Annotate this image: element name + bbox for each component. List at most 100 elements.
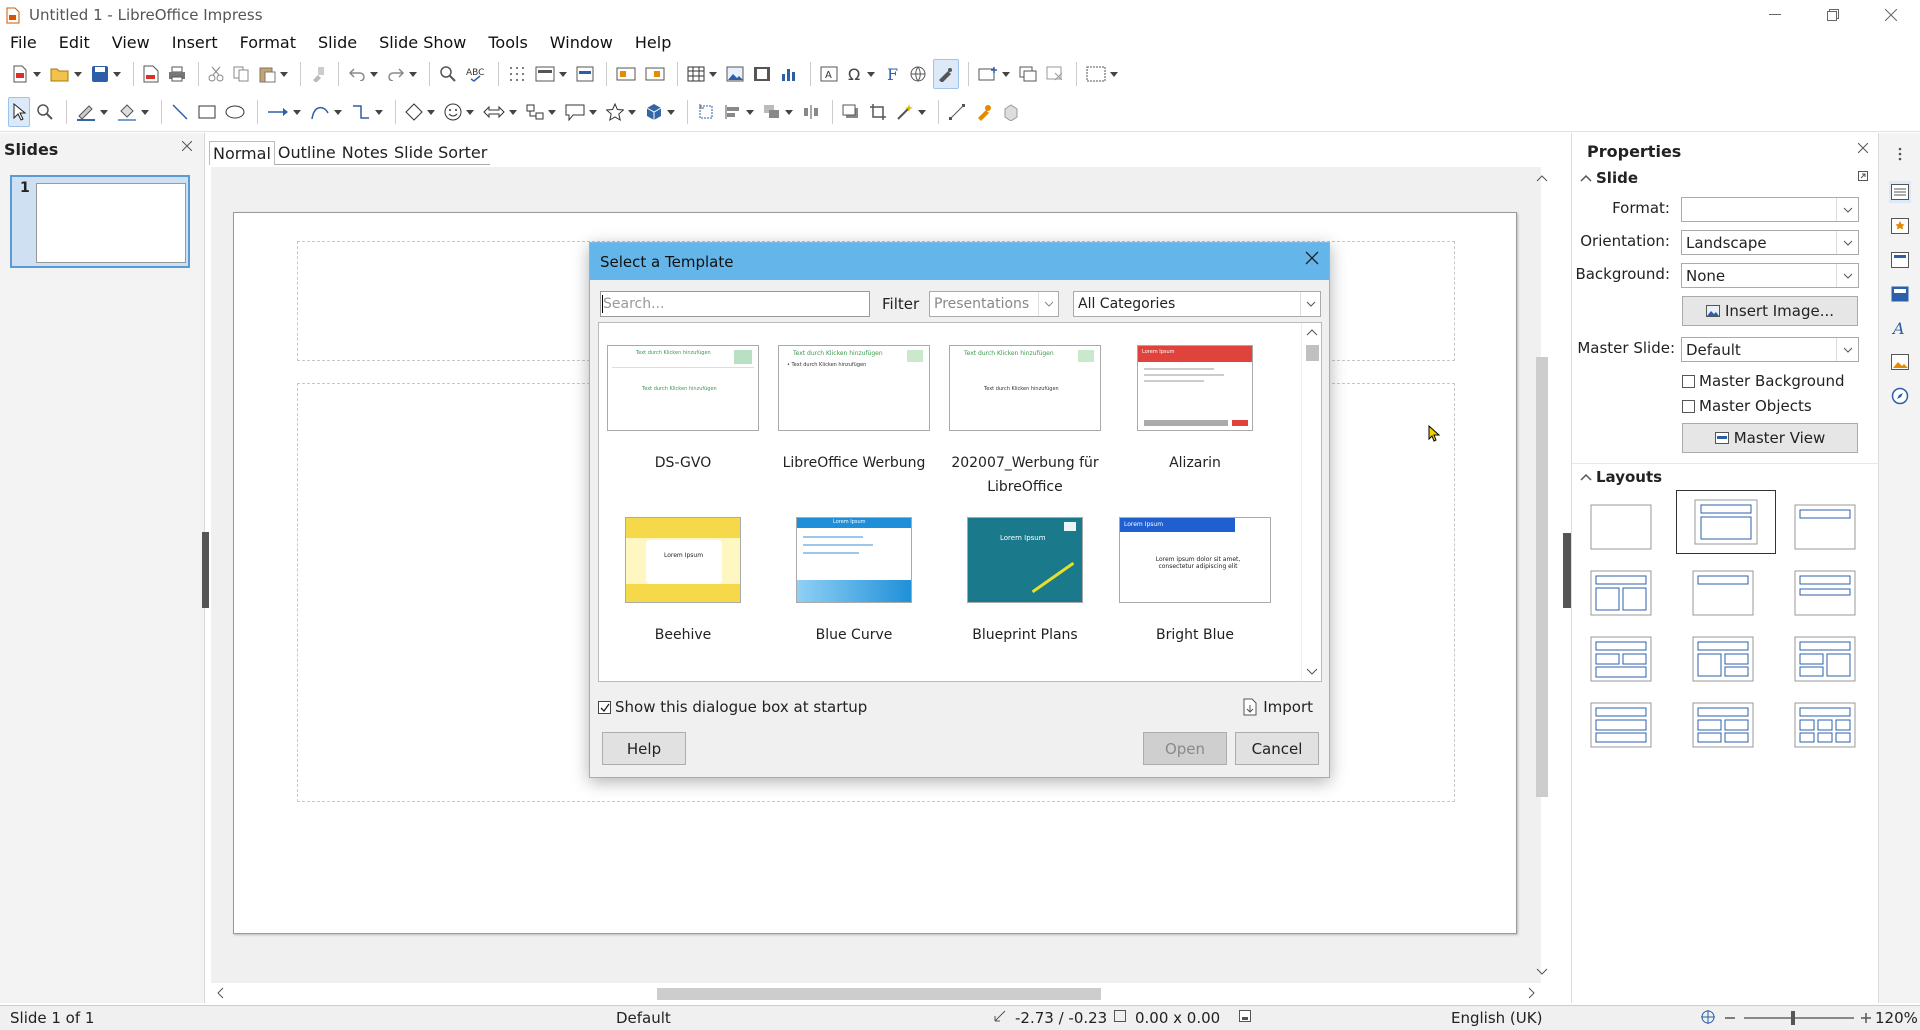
toggle-extrusion-icon[interactable]	[999, 97, 1023, 127]
table-icon[interactable]	[684, 59, 720, 89]
zoom-in-icon[interactable]	[1861, 1009, 1871, 1027]
text-box-icon[interactable]: A	[817, 59, 841, 89]
search-input[interactable]: Search...	[600, 291, 870, 317]
master-objects-checkbox[interactable]: Master Objects	[1682, 397, 1812, 415]
sidebar-collapse-handle[interactable]	[1563, 533, 1571, 608]
show-at-startup-checkbox[interactable]: Show this dialogue box at startup	[598, 698, 867, 716]
3d-objects-icon[interactable]	[642, 97, 678, 127]
menu-view[interactable]: View	[112, 33, 150, 52]
format-select[interactable]	[1681, 197, 1859, 222]
filter-icon[interactable]	[893, 97, 929, 127]
template-beehive[interactable]: Lorem Ipsum Beehive	[603, 517, 763, 647]
undo-icon[interactable]	[345, 59, 381, 89]
arrange-icon[interactable]	[760, 97, 796, 127]
glue-points-icon[interactable]	[972, 97, 996, 127]
connectors-icon[interactable]	[348, 97, 386, 127]
master-slides-deck-icon[interactable]	[1889, 283, 1911, 305]
chart-icon[interactable]	[777, 59, 801, 89]
hyperlink-icon[interactable]	[906, 59, 930, 89]
flowchart-icon[interactable]	[523, 97, 559, 127]
document-modified-icon[interactable]	[1238, 1009, 1252, 1027]
basic-shapes-icon[interactable]	[402, 97, 438, 127]
layout-title-6-content[interactable]	[1794, 697, 1856, 749]
layout-title-only[interactable]	[1794, 499, 1856, 551]
menu-help[interactable]: Help	[635, 33, 671, 52]
master-view-button[interactable]: Master View	[1682, 423, 1858, 453]
image-icon[interactable]	[723, 59, 747, 89]
slide-section-header[interactable]: Slide	[1580, 169, 1638, 187]
insert-image-button[interactable]: Insert Image...	[1682, 296, 1858, 326]
grid-icon[interactable]	[505, 59, 529, 89]
template-ds-gvo[interactable]: Text durch Klicken hinzufügen Text durch…	[603, 345, 763, 475]
tab-normal[interactable]: Normal	[209, 141, 275, 165]
display-views-icon[interactable]	[532, 59, 570, 89]
layout-centered-text[interactable]	[1794, 565, 1856, 617]
print-icon[interactable]	[165, 59, 189, 89]
callout-shapes-icon[interactable]	[562, 97, 600, 127]
layout-blank[interactable]	[1590, 499, 1652, 551]
zoom-slider-handle[interactable]	[1791, 1011, 1795, 1025]
tab-slide-sorter[interactable]: Slide Sorter	[391, 141, 491, 165]
layout-title-slide[interactable]	[1692, 565, 1754, 617]
clone-formatting-icon[interactable]	[307, 59, 329, 89]
new-icon[interactable]	[8, 59, 44, 89]
orientation-select[interactable]: Landscape	[1681, 230, 1859, 255]
status-language[interactable]: English (UK)	[1451, 1009, 1542, 1027]
menu-insert[interactable]: Insert	[172, 33, 218, 52]
layout-title-content-selected[interactable]	[1676, 490, 1776, 554]
template-202007-werbung[interactable]: Text durch Klicken hinzufügen Text durch…	[945, 345, 1105, 499]
duplicate-slide-icon[interactable]	[1016, 59, 1040, 89]
close-icon[interactable]	[1858, 143, 1868, 153]
menu-window[interactable]: Window	[550, 33, 613, 52]
paste-icon[interactable]	[255, 59, 291, 89]
menu-slide-show[interactable]: Slide Show	[379, 33, 466, 52]
layout-title-two-content[interactable]	[1590, 565, 1652, 617]
layouts-section-header[interactable]: Layouts	[1580, 468, 1662, 486]
sidebar-menu-icon[interactable]	[1889, 143, 1911, 165]
ellipse-icon[interactable]	[222, 97, 248, 127]
menu-slide[interactable]: Slide	[318, 33, 357, 52]
zoom-out-icon[interactable]	[1725, 1009, 1735, 1027]
styles-icon[interactable]: A	[1889, 317, 1911, 339]
zoom-slider[interactable]	[1744, 1017, 1854, 1019]
gallery-icon[interactable]	[1889, 351, 1911, 373]
zoom-pan-icon[interactable]	[33, 97, 57, 127]
cancel-button[interactable]: Cancel	[1235, 732, 1319, 765]
template-bright-blue[interactable]: Lorem Ipsum Lorem ipsum dolor sit amet, …	[1115, 517, 1275, 647]
new-slide-icon[interactable]	[975, 59, 1013, 89]
close-icon[interactable]	[1305, 251, 1319, 265]
layout-title-content-over-content[interactable]	[1590, 697, 1652, 749]
save-icon[interactable]	[88, 59, 124, 89]
menu-format[interactable]: Format	[240, 33, 296, 52]
line-icon[interactable]	[168, 97, 192, 127]
category-select[interactable]: All Categories	[1073, 291, 1321, 317]
shadow-icon[interactable]	[839, 97, 863, 127]
slide-layout-icon[interactable]	[1083, 59, 1121, 89]
lines-arrows-icon[interactable]	[264, 97, 304, 127]
slide-transition-icon[interactable]	[1889, 215, 1911, 237]
curves-icon[interactable]	[307, 97, 345, 127]
master-background-checkbox[interactable]: Master Background	[1682, 372, 1844, 390]
template-blueprint-plans[interactable]: Lorem Ipsum Blueprint Plans	[945, 517, 1105, 647]
tab-notes[interactable]: Notes	[338, 141, 391, 165]
horizontal-scrollbar[interactable]	[211, 983, 1541, 1003]
animation-icon[interactable]	[1889, 249, 1911, 271]
rectangle-icon[interactable]	[195, 97, 219, 127]
template-libreoffice-werbung[interactable]: Text durch Klicken hinzufügen • Text dur…	[774, 345, 934, 475]
layout-title-content-2-content[interactable]	[1692, 631, 1754, 683]
restore-button[interactable]	[1804, 0, 1862, 30]
points-icon[interactable]	[945, 97, 969, 127]
menu-file[interactable]: File	[10, 33, 37, 52]
slide-thumbnail[interactable]: 1	[10, 175, 190, 268]
find-replace-icon[interactable]	[436, 59, 460, 89]
layout-title-2-content-over-content[interactable]	[1590, 631, 1652, 683]
select-icon[interactable]	[8, 97, 30, 127]
navigator-icon[interactable]	[1889, 385, 1911, 407]
stars-icon[interactable]	[603, 97, 639, 127]
copy-icon[interactable]	[230, 59, 252, 89]
menu-tools[interactable]: Tools	[488, 33, 527, 52]
filter-select[interactable]: Presentations	[929, 291, 1059, 317]
layout-title-4-content[interactable]	[1692, 697, 1754, 749]
fill-color-icon[interactable]	[114, 97, 152, 127]
master-slide-select[interactable]: Default	[1681, 337, 1859, 362]
